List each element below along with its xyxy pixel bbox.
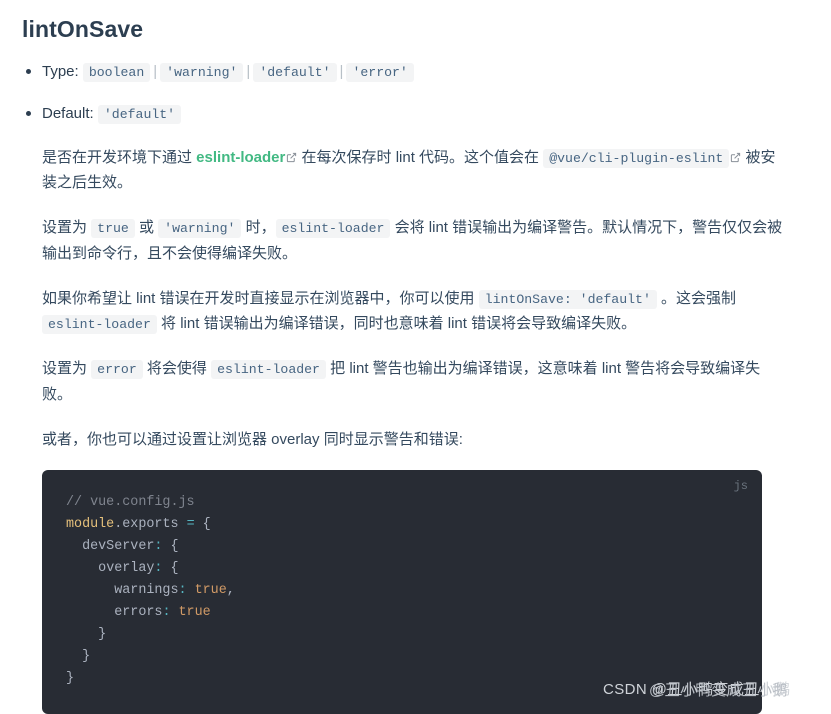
- external-link-icon: [286, 152, 297, 163]
- code-token: errors: [114, 604, 163, 620]
- p1-code-plugin: @vue/cli-plugin-eslint: [543, 148, 730, 168]
- paragraph-intro: 是否在开发环境下通过 eslint-loader 在每次保存时 lint 代码。…: [42, 145, 787, 197]
- code-token: exports: [122, 516, 179, 532]
- p2-text-1: 设置为: [42, 219, 92, 237]
- code-token: {: [194, 516, 211, 532]
- p2-text-3: 时，: [241, 219, 276, 237]
- type-value-warning: 'warning': [160, 62, 244, 82]
- code-token: {: [162, 538, 179, 554]
- default-value: 'default': [97, 105, 182, 125]
- eslint-loader-link[interactable]: eslint-loader: [196, 149, 285, 166]
- type-value-error: 'error': [346, 62, 414, 82]
- code-token: overlay: [98, 560, 155, 576]
- page-title: lintOnSave: [22, 16, 144, 42]
- p2-text-2: 或: [134, 219, 159, 237]
- paragraph-browser-errors: 如果你希望让 lint 错误在开发时直接显示在浏览器中，你可以使用 lintOn…: [42, 286, 787, 338]
- p3-text-2: 。这会强制: [656, 289, 737, 307]
- p2-code-warning: 'warning': [158, 219, 242, 239]
- p3-code-lintonsave-default: lintOnSave: 'default': [478, 289, 657, 309]
- code-token: }: [82, 648, 91, 664]
- property-meta-list: Type: boolean |'warning' |'default' |'error…: [22, 60, 811, 126]
- code-token: =: [186, 516, 195, 532]
- code-token: warnings: [114, 582, 179, 598]
- p3-code-eslint-loader: eslint-loader: [42, 315, 157, 335]
- p4-text-2: 将会使得: [142, 360, 212, 378]
- p1-text-2: 在每次保存时 lint 代码。这个值会在: [297, 148, 544, 166]
- code-token: :: [178, 582, 187, 598]
- code-token: {: [162, 560, 179, 576]
- meta-item-type: Type: boolean |'warning' |'default' |'error…: [22, 60, 811, 83]
- meta-item-default: Default: 'default': [22, 102, 811, 125]
- code-token: true: [186, 582, 227, 598]
- external-link-icon-2: [730, 152, 741, 163]
- type-separator-2: |: [246, 62, 251, 80]
- paragraph-warning-mode: 设置为 true 或 'warning' 时， eslint-loader 会将 …: [42, 215, 787, 267]
- code-token: }: [66, 670, 75, 686]
- p1-text-1: 是否在开发环境下通过: [42, 148, 197, 166]
- code-block: js // vue.config.js module.exports = { d…: [42, 469, 762, 714]
- p2-code-true: true: [91, 219, 135, 239]
- p3-text-3: 将 lint 错误输出为编译错误，同时也意味着 lint 错误将会导致编译失败。: [156, 315, 637, 333]
- p5-text-1: 或者，你也可以通过设置让浏览器 overlay 同时显示警告和错误:: [42, 430, 463, 448]
- code-token: true: [170, 604, 211, 620]
- p4-text-1: 设置为: [42, 360, 92, 378]
- p3-text-1: 如果你希望让 lint 错误在开发时直接显示在浏览器中，你可以使用: [42, 289, 479, 307]
- code-token: devServer: [82, 538, 155, 554]
- p2-code-eslint-loader: eslint-loader: [275, 219, 391, 239]
- doc-page: lintOnSave Type: boolean |'warning' |'defa…: [0, 0, 831, 714]
- paragraph-error-mode: 设置为 error 将会使得 eslint-loader 把 lint 警告也输…: [42, 356, 787, 408]
- p4-code-error: error: [91, 360, 143, 380]
- meta-label-type: Type:: [42, 62, 79, 80]
- doc-body: 是否在开发环境下通过 eslint-loader 在每次保存时 lint 代码。…: [22, 145, 811, 453]
- p4-code-eslint-loader: eslint-loader: [211, 360, 326, 380]
- type-separator-1: |: [153, 62, 158, 80]
- type-value-default: 'default': [253, 62, 337, 82]
- code-language-label: js: [733, 478, 748, 493]
- code-content[interactable]: // vue.config.js module.exports = { devS…: [42, 492, 762, 690]
- code-token: ,: [226, 582, 235, 598]
- paragraph-overlay-intro: 或者，你也可以通过设置让浏览器 overlay 同时显示警告和错误:: [42, 427, 787, 453]
- code-token: }: [98, 626, 107, 642]
- type-separator-3: |: [339, 62, 344, 80]
- code-token: // vue.config.js: [66, 494, 195, 510]
- meta-label-default: Default:: [42, 105, 94, 123]
- code-token: module: [66, 516, 115, 532]
- type-value-boolean: boolean: [82, 62, 151, 82]
